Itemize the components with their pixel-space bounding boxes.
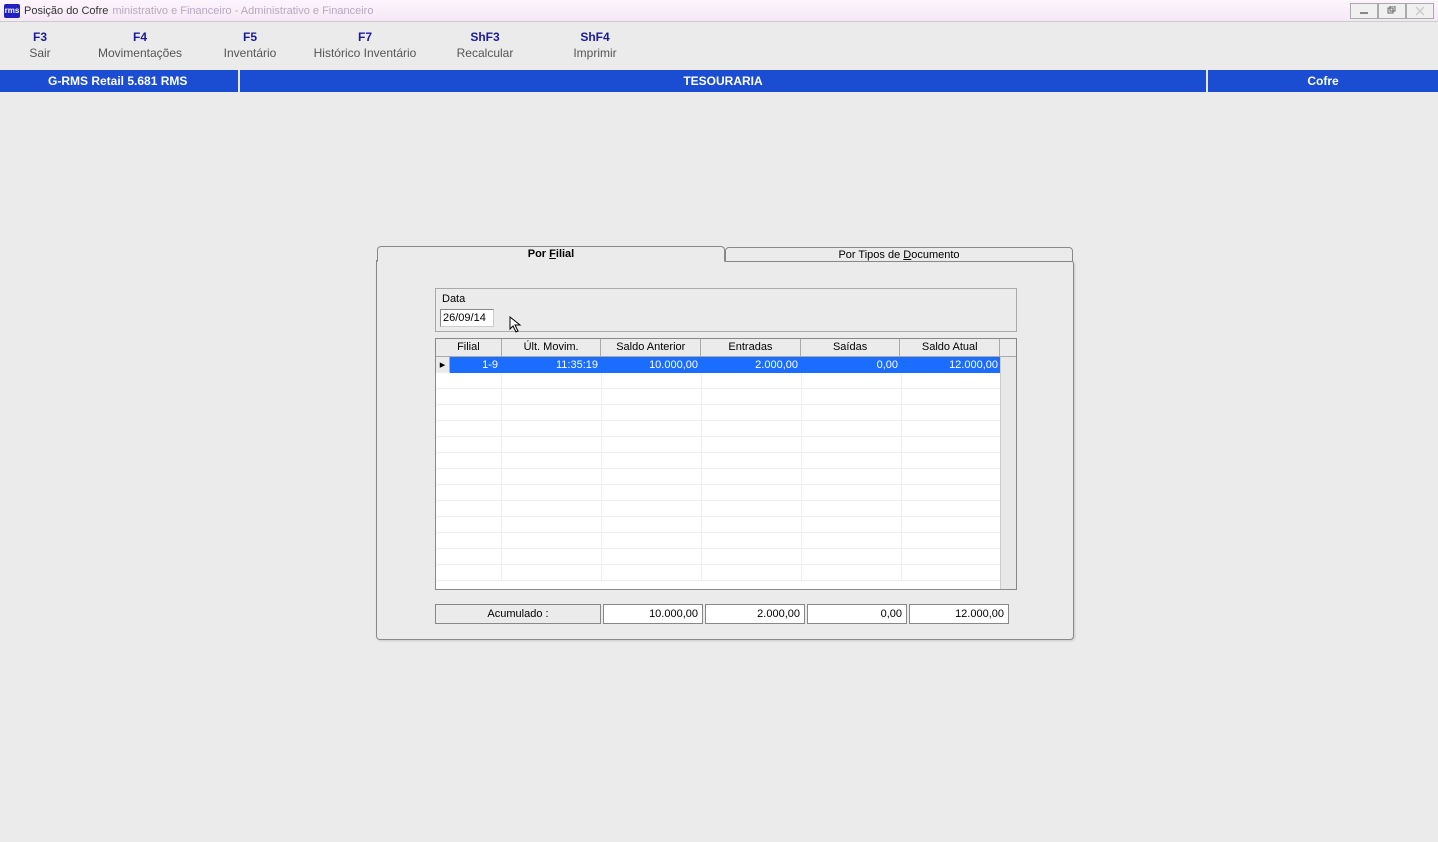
- menu-sair[interactable]: F3 Sair: [0, 26, 80, 70]
- main-panel: Por Filial Por Tipos de Documento Data F…: [376, 260, 1074, 640]
- table-row-empty: [436, 549, 1016, 565]
- menu-shortcut: F7: [300, 30, 430, 44]
- table-row[interactable]: ▸ 1-9 11:35:19 10.000,00 2.000,00 0,00 1…: [436, 357, 1016, 373]
- date-label: Data: [442, 293, 465, 305]
- maximize-button[interactable]: [1378, 3, 1406, 19]
- menu-label: Histórico Inventário: [300, 46, 430, 60]
- totals-saldo-atual: 12.000,00: [909, 604, 1009, 624]
- totals-saidas: 0,00: [807, 604, 907, 624]
- tab-por-tipos-documento[interactable]: Por Tipos de Documento: [725, 247, 1073, 262]
- info-app-version: G-RMS Retail 5.681 RMS: [0, 70, 240, 92]
- menu-recalcular[interactable]: ShF3 Recalcular: [430, 26, 540, 70]
- menu-shortcut: F5: [200, 30, 300, 44]
- table-row-empty: [436, 373, 1016, 389]
- grid-header: Filial Últ. Movim. Saldo Anterior Entrad…: [436, 339, 1016, 357]
- table-row-empty: [436, 437, 1016, 453]
- header-scroll-spacer: [1000, 339, 1016, 357]
- info-context: Cofre: [1208, 70, 1438, 92]
- minimize-icon: [1359, 7, 1369, 15]
- window-title-suffix: ministrativo e Financeiro - Administrati…: [112, 5, 1350, 17]
- header-saidas[interactable]: Saídas: [801, 339, 901, 357]
- table-row-empty: [436, 533, 1016, 549]
- data-grid[interactable]: Filial Últ. Movim. Saldo Anterior Entrad…: [435, 338, 1017, 590]
- menu-label: Imprimir: [540, 46, 650, 60]
- menu-bar: F3 Sair F4 Movimentações F5 Inventário F…: [0, 22, 1438, 70]
- table-row-empty: [436, 405, 1016, 421]
- header-entradas[interactable]: Entradas: [701, 339, 801, 357]
- cell-filial: 1-9: [450, 357, 502, 373]
- menu-label: Recalcular: [430, 46, 540, 60]
- scrollbar[interactable]: [1000, 357, 1016, 589]
- cell-ult-movim: 11:35:19: [502, 357, 602, 373]
- table-row-empty: [436, 501, 1016, 517]
- header-ult-movim[interactable]: Últ. Movim.: [502, 339, 602, 357]
- header-filial[interactable]: Filial: [436, 339, 502, 357]
- minimize-button[interactable]: [1350, 3, 1378, 19]
- cell-entradas: 2.000,00: [702, 357, 802, 373]
- close-button[interactable]: [1406, 3, 1434, 19]
- totals-entradas: 2.000,00: [705, 604, 805, 624]
- row-indicator-icon: ▸: [436, 357, 450, 373]
- table-row-empty: [436, 421, 1016, 437]
- menu-label: Inventário: [200, 46, 300, 60]
- tabs: Por Filial Por Tipos de Documento: [377, 246, 1073, 262]
- menu-label: Sair: [0, 46, 80, 60]
- cell-saldo-anterior: 10.000,00: [602, 357, 702, 373]
- table-row-empty: [436, 565, 1016, 581]
- totals-label: Acumulado :: [435, 604, 601, 624]
- window-title: Posição do Cofre: [24, 5, 108, 17]
- date-input[interactable]: [440, 309, 494, 327]
- date-group: Data: [435, 288, 1017, 332]
- table-row-empty: [436, 469, 1016, 485]
- info-bar: G-RMS Retail 5.681 RMS TESOURARIA Cofre: [0, 70, 1438, 92]
- cell-saidas: 0,00: [802, 357, 902, 373]
- title-bar: rms Posição do Cofre ministrativo e Fina…: [0, 0, 1438, 22]
- menu-shortcut: F3: [0, 30, 80, 44]
- close-icon: [1415, 6, 1425, 16]
- totals-saldo-anterior: 10.000,00: [603, 604, 703, 624]
- menu-historico-inventario[interactable]: F7 Histórico Inventário: [300, 26, 430, 70]
- content-area: Por Filial Por Tipos de Documento Data F…: [0, 92, 1438, 842]
- menu-imprimir[interactable]: ShF4 Imprimir: [540, 26, 650, 70]
- menu-inventario[interactable]: F5 Inventário: [200, 26, 300, 70]
- maximize-icon: [1387, 6, 1397, 16]
- header-saldo-atual[interactable]: Saldo Atual: [900, 339, 1000, 357]
- totals-row: Acumulado : 10.000,00 2.000,00 0,00 12.0…: [435, 604, 1017, 624]
- menu-shortcut: ShF4: [540, 30, 650, 44]
- menu-movimentacoes[interactable]: F4 Movimentações: [80, 26, 200, 70]
- cell-saldo-atual: 12.000,00: [902, 357, 1002, 373]
- menu-shortcut: ShF3: [430, 30, 540, 44]
- table-row-empty: [436, 485, 1016, 501]
- tab-por-filial[interactable]: Por Filial: [377, 246, 725, 262]
- table-row-empty: [436, 453, 1016, 469]
- table-row-empty: [436, 517, 1016, 533]
- info-module: TESOURARIA: [240, 70, 1208, 92]
- grid-body: ▸ 1-9 11:35:19 10.000,00 2.000,00 0,00 1…: [436, 357, 1016, 589]
- menu-label: Movimentações: [80, 46, 200, 60]
- menu-shortcut: F4: [80, 30, 200, 44]
- header-saldo-anterior[interactable]: Saldo Anterior: [601, 339, 701, 357]
- app-icon: rms: [4, 4, 20, 18]
- table-row-empty: [436, 389, 1016, 405]
